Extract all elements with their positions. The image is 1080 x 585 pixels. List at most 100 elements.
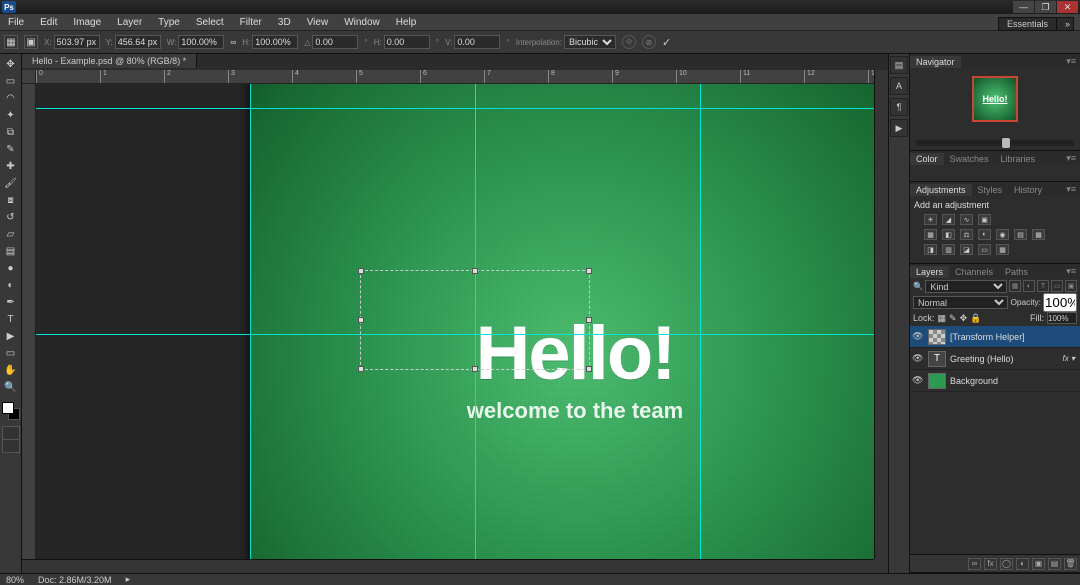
lock-transparent-icon[interactable]: ▦	[938, 313, 947, 324]
color-tab[interactable]: Color	[910, 153, 944, 165]
minimize-button[interactable]: —	[1012, 1, 1034, 13]
hand-tool[interactable]: ✋	[2, 362, 20, 378]
lookup-icon[interactable]: ▦	[1032, 229, 1045, 240]
zoom-level[interactable]: 80%	[6, 575, 24, 585]
brush-tool[interactable]: 🖌	[2, 175, 20, 191]
lock-position-icon[interactable]: ✥	[960, 313, 968, 324]
menu-type[interactable]: Type	[150, 17, 188, 28]
filter-shape-icon[interactable]: ▭	[1051, 280, 1063, 292]
filter-pixel-icon[interactable]: ▦	[1009, 280, 1021, 292]
guide-horizontal[interactable]	[36, 108, 874, 109]
menu-edit[interactable]: Edit	[32, 17, 65, 28]
menu-select[interactable]: Select	[188, 17, 232, 28]
navigator-tab[interactable]: Navigator	[910, 56, 961, 68]
layer-thumbnail[interactable]	[928, 329, 946, 345]
history-panel-icon[interactable]: ▤	[890, 56, 908, 74]
delete-layer-icon[interactable]: 🗑	[1064, 558, 1077, 570]
lock-pixels-icon[interactable]: ✎	[949, 313, 957, 324]
invert-icon[interactable]: ◨	[924, 244, 937, 255]
option-x-input[interactable]	[54, 35, 100, 49]
option-skewv-input[interactable]	[454, 35, 500, 49]
scrollbar-horizontal[interactable]	[22, 559, 874, 573]
layer-fx-icon[interactable]: fx	[984, 558, 997, 570]
stamp-tool[interactable]: ⧇	[2, 192, 20, 208]
close-button[interactable]: ✕	[1056, 1, 1078, 13]
libraries-tab[interactable]: Libraries	[995, 153, 1042, 165]
panel-menu-icon[interactable]: ▾≡	[1062, 183, 1080, 196]
cancel-transform-button[interactable]: ⊘	[642, 35, 656, 49]
pen-tool[interactable]: ✒	[2, 294, 20, 310]
guide-vertical[interactable]	[700, 84, 701, 559]
document-tab[interactable]: Hello - Example.psd @ 80% (RGB/8) *	[22, 54, 197, 68]
menu-window[interactable]: Window	[336, 17, 388, 28]
ruler-horizontal[interactable]: 012345678910111213	[36, 70, 874, 84]
visibility-toggle-icon[interactable]: 👁	[912, 375, 924, 386]
eraser-tool[interactable]: ▱	[2, 226, 20, 242]
layer-thumbnail[interactable]	[928, 373, 946, 389]
crop-tool[interactable]: ⧉	[2, 124, 20, 140]
link-layers-icon[interactable]: ∞	[968, 558, 981, 570]
panel-menu-icon[interactable]: ▾≡	[1062, 152, 1080, 165]
vibrance-icon[interactable]: ▦	[924, 229, 937, 240]
commit-transform-button[interactable]: ✓	[662, 36, 671, 49]
hue-icon[interactable]: ◧	[942, 229, 955, 240]
curves-icon[interactable]: ∿	[960, 214, 973, 225]
channels-tab[interactable]: Channels	[949, 266, 999, 278]
scrollbar-vertical[interactable]	[874, 70, 888, 559]
foreground-color-swatch[interactable]	[2, 402, 14, 414]
marquee-tool[interactable]: ▭	[2, 73, 20, 89]
option-h-input[interactable]	[252, 35, 298, 49]
warp-icon[interactable]: ⟐	[622, 35, 636, 49]
history-tab[interactable]: History	[1008, 184, 1048, 196]
blend-mode-select[interactable]: Normal	[913, 296, 1008, 309]
gradientmap-icon[interactable]: ▭	[978, 244, 991, 255]
photofilter-icon[interactable]: ◉	[996, 229, 1009, 240]
fill-input[interactable]	[1047, 312, 1077, 324]
visibility-toggle-icon[interactable]: 👁	[912, 331, 924, 342]
levels-icon[interactable]: ◢	[942, 214, 955, 225]
blur-tool[interactable]: ●	[2, 260, 20, 276]
navigator-thumbnail[interactable]: Hello!	[972, 76, 1018, 122]
menu-view[interactable]: View	[299, 17, 337, 28]
healing-tool[interactable]: ✚	[2, 158, 20, 174]
actions-panel-icon[interactable]: ▶	[890, 119, 908, 137]
filter-type-icon[interactable]: T	[1037, 280, 1049, 292]
layer-filter-select[interactable]: Kind	[925, 280, 1007, 293]
lock-all-icon[interactable]: 🔒	[970, 313, 981, 324]
brightness-icon[interactable]: ☀	[924, 214, 937, 225]
panel-menu-icon[interactable]: ▾≡	[1062, 265, 1080, 278]
opacity-input[interactable]	[1043, 293, 1077, 312]
move-tool[interactable]: ✥	[2, 56, 20, 72]
menu-image[interactable]: Image	[65, 17, 109, 28]
exposure-icon[interactable]: ▣	[978, 214, 991, 225]
option-angle-input[interactable]	[312, 35, 358, 49]
selective-icon[interactable]: ▦	[996, 244, 1009, 255]
menu-layer[interactable]: Layer	[109, 17, 150, 28]
mixer-icon[interactable]: ▤	[1014, 229, 1027, 240]
layer-mask-icon[interactable]: ◯	[1000, 558, 1013, 570]
color-swatches[interactable]	[2, 402, 20, 420]
path-select-tool[interactable]: ▶	[2, 328, 20, 344]
option-interp-select[interactable]: Bicubic	[564, 35, 616, 49]
group-icon[interactable]: ▣	[1032, 558, 1045, 570]
threshold-icon[interactable]: ◪	[960, 244, 973, 255]
eyedropper-tool[interactable]: ✎	[2, 141, 20, 157]
link-icon[interactable]: ∞	[230, 37, 236, 47]
magic-wand-tool[interactable]: ✦	[2, 107, 20, 123]
transform-bounding-box[interactable]	[360, 270, 590, 370]
styles-tab[interactable]: Styles	[972, 184, 1009, 196]
bw-icon[interactable]: ◐	[978, 229, 991, 240]
zoom-tool[interactable]: 🔍	[2, 379, 20, 395]
panel-menu-icon[interactable]: ▾≡	[1062, 55, 1080, 68]
layer-name[interactable]: Greeting (Hello)	[950, 354, 1014, 364]
visibility-toggle-icon[interactable]: 👁	[912, 353, 924, 364]
guide-vertical[interactable]	[250, 84, 251, 559]
lasso-tool[interactable]: ◠	[2, 90, 20, 106]
adjustments-tab[interactable]: Adjustments	[910, 184, 972, 196]
dodge-tool[interactable]: ◐	[2, 277, 20, 293]
history-brush-tool[interactable]: ↺	[2, 209, 20, 225]
menu-file[interactable]: File	[0, 17, 32, 28]
menu-3d[interactable]: 3D	[270, 17, 299, 28]
layer-fx-badge[interactable]: fx ▾	[1063, 354, 1078, 363]
status-arrow-icon[interactable]: ▸	[126, 574, 131, 585]
